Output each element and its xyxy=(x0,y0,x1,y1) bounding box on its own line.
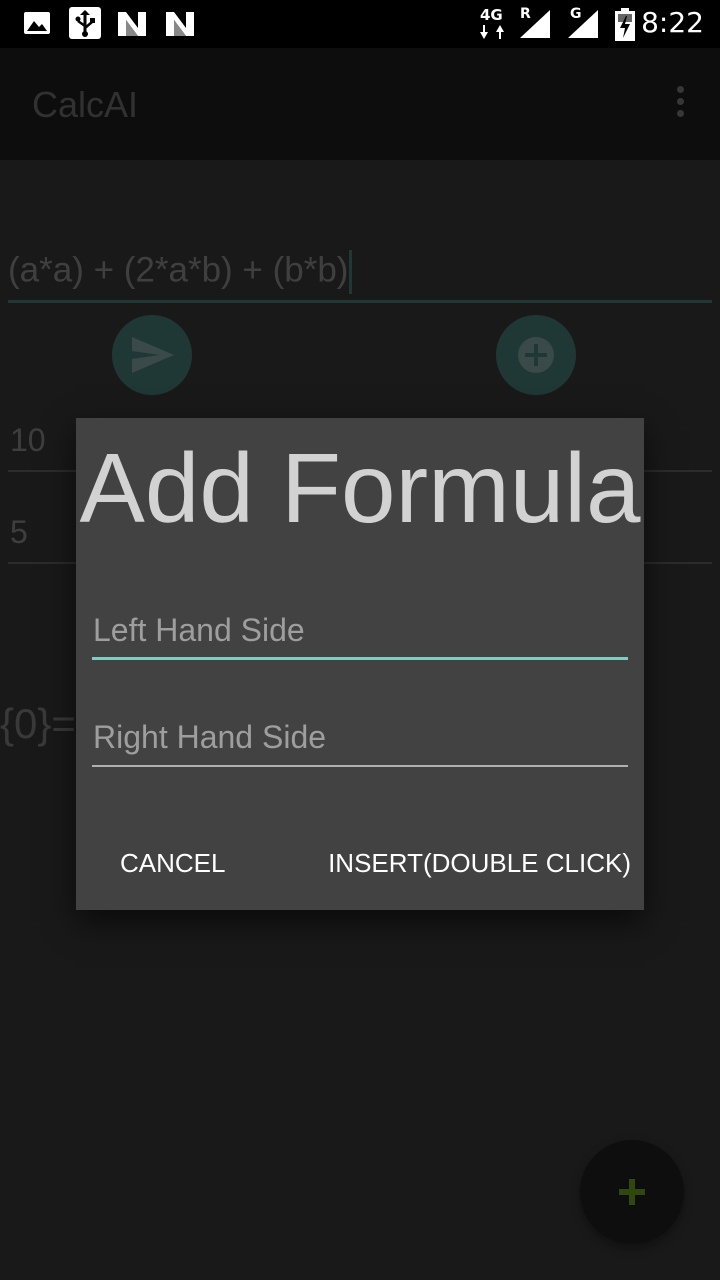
status-time: 8:22 xyxy=(641,6,704,39)
add-formula-dialog: Add Formula CANCEL INSERT(DOUBLE CLICK) xyxy=(76,418,644,910)
signal-g-icon xyxy=(566,8,600,44)
data-arrows-icon xyxy=(480,24,508,43)
n-notification-icon xyxy=(164,10,196,42)
right-hand-side-input[interactable] xyxy=(92,711,629,763)
right-hand-side-field xyxy=(92,711,629,767)
image-notification-icon xyxy=(22,8,52,42)
status-bar: 4G R G 8:22 xyxy=(0,0,720,48)
signal-4g-icon xyxy=(518,8,552,44)
left-hand-side-input[interactable] xyxy=(92,604,629,656)
insert-button[interactable]: INSERT(DOUBLE CLICK) xyxy=(328,838,631,888)
battery-charging-icon xyxy=(614,8,636,46)
n-notification-icon xyxy=(116,10,148,42)
usb-icon xyxy=(68,6,102,44)
cancel-button[interactable]: CANCEL xyxy=(120,838,225,888)
screen: 4G R G 8:22 CalcAI (a*a) + (2*a*b) + (b*… xyxy=(0,0,720,1280)
left-hand-side-underline xyxy=(92,657,628,660)
dialog-title: Add Formula xyxy=(79,433,641,543)
right-hand-side-underline xyxy=(92,765,628,767)
left-hand-side-field xyxy=(92,604,629,660)
network-4g-label: 4G xyxy=(480,6,503,24)
